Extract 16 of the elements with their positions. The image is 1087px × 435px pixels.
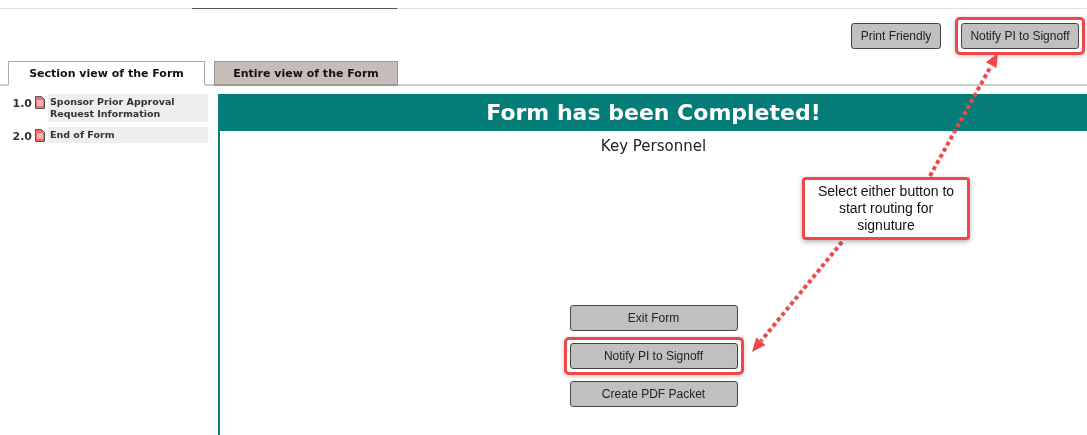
form-button[interactable]: Create PDF Packet <box>569 381 738 407</box>
section-number: 1.0 <box>11 96 32 110</box>
form-button[interactable]: Notify PI to Signoff <box>569 343 738 369</box>
section-link[interactable]: End of Form <box>48 127 208 143</box>
callout-note: Select either button to start routing for signuture <box>802 177 970 240</box>
toolbar-button[interactable]: Print Friendly <box>851 23 941 49</box>
tab[interactable]: Section view of the Form <box>8 61 205 86</box>
section-link[interactable]: Sponsor Prior Approval Request Information <box>48 94 208 122</box>
completion-banner: Form has been Completed! <box>220 94 1087 131</box>
section-title: Key Personnel <box>600 137 707 155</box>
tab[interactable]: Entire view of the Form <box>214 61 398 86</box>
form-button[interactable]: Exit Form <box>569 305 738 331</box>
document-icon <box>35 129 45 142</box>
toolbar-button[interactable]: Notify PI to Signoff <box>961 23 1079 49</box>
document-icon <box>35 96 45 109</box>
section-number: 2.0 <box>11 129 32 143</box>
